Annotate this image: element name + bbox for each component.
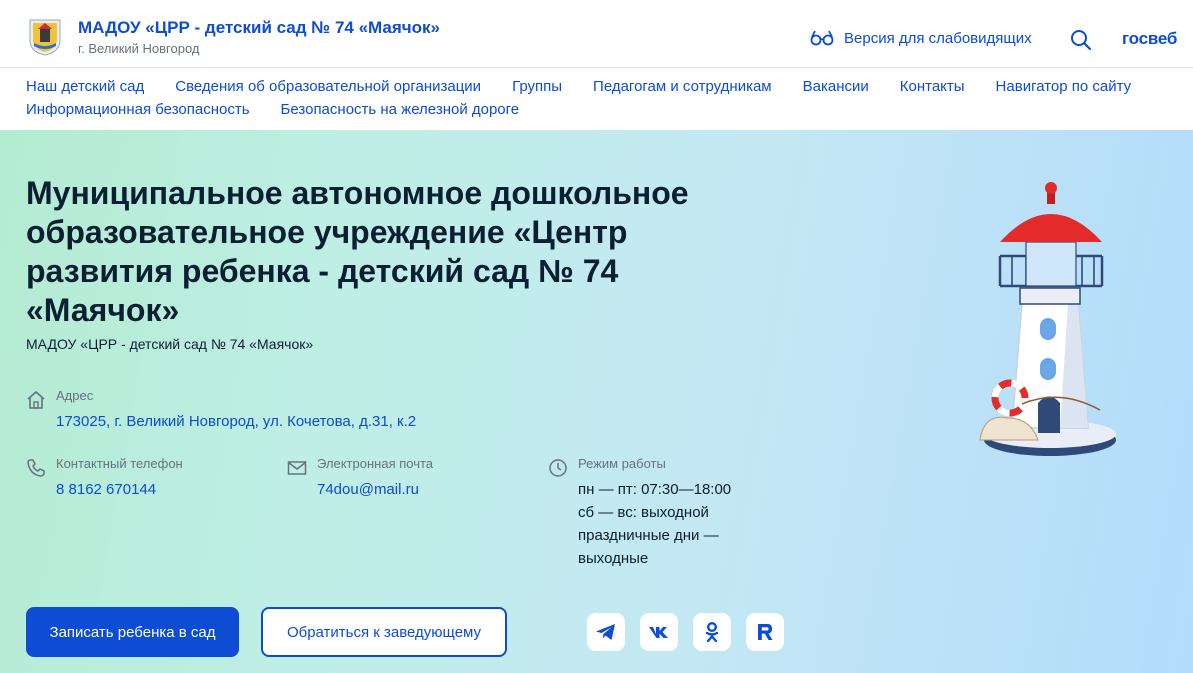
nav-item-railway-safety[interactable]: Безопасность на железной дороге bbox=[281, 100, 520, 123]
site-header: МАДОУ «ЦРР - детский сад № 74 «Маячок» г… bbox=[0, 0, 1193, 68]
enroll-child-button[interactable]: Записать ребенка в сад bbox=[26, 607, 239, 657]
lighthouse-illustration bbox=[979, 182, 1116, 456]
main-navigation: Наш детский сад Сведения об образователь… bbox=[0, 68, 1193, 130]
org-name-link[interactable]: МАДОУ «ЦРР - детский сад № 74 «Маячок» bbox=[78, 18, 440, 38]
nav-item-our-kindergarten[interactable]: Наш детский сад bbox=[26, 77, 144, 100]
hero-section: Муниципальное автономное дошкольное обра… bbox=[0, 130, 1193, 673]
rutube-link[interactable] bbox=[746, 613, 784, 651]
hours-line: сб — вс: выходной bbox=[578, 504, 709, 521]
address-label: Адрес bbox=[56, 388, 94, 403]
nav-item-info-security[interactable]: Информационная безопасность bbox=[26, 100, 250, 123]
clock-icon bbox=[549, 459, 567, 477]
odnoklassniki-link[interactable] bbox=[693, 613, 731, 651]
email-label: Электронная почта bbox=[317, 456, 434, 471]
hours-line: праздничные дни — bbox=[578, 527, 719, 544]
coat-of-arms-icon[interactable] bbox=[28, 18, 62, 56]
contact-head-button[interactable]: Обратиться к заведующему bbox=[261, 607, 507, 657]
vk-icon bbox=[649, 627, 668, 638]
phone-icon bbox=[27, 459, 45, 477]
phone-label: Контактный телефон bbox=[56, 456, 183, 471]
home-icon bbox=[27, 390, 45, 409]
mail-icon bbox=[287, 461, 307, 475]
email-value[interactable]: 74dou@mail.ru bbox=[317, 481, 419, 498]
nav-item-organization-info[interactable]: Сведения об образовательной организации bbox=[175, 77, 481, 100]
nav-item-vacancies[interactable]: Вакансии bbox=[803, 77, 869, 100]
glasses-icon bbox=[810, 30, 834, 46]
odnoklassniki-icon bbox=[705, 622, 719, 643]
page-subtitle: МАДОУ «ЦРР - детский сад № 74 «Маячок» bbox=[26, 336, 314, 352]
vk-link[interactable] bbox=[640, 613, 678, 651]
phone-value[interactable]: 8 8162 670144 bbox=[56, 481, 156, 498]
page-title: Муниципальное автономное дошкольное обра… bbox=[26, 175, 689, 328]
nav-row-2: Информационная безопасность Безопасность… bbox=[26, 100, 1167, 123]
nav-item-groups[interactable]: Группы bbox=[512, 77, 562, 100]
nav-item-staff[interactable]: Педагогам и сотрудникам bbox=[593, 77, 772, 100]
nav-row-1: Наш детский сад Сведения об образователь… bbox=[26, 77, 1167, 100]
phone-block: Контактный телефон 8 8162 670144 bbox=[26, 456, 266, 506]
hours-line: выходные bbox=[578, 550, 649, 567]
telegram-link[interactable] bbox=[587, 613, 625, 651]
hours-block: Режим работы пн — пт: 07:30—18:00 сб — в… bbox=[548, 456, 788, 576]
nav-item-site-navigator[interactable]: Навигатор по сайту bbox=[996, 77, 1132, 100]
telegram-icon bbox=[596, 624, 615, 640]
hours-list: пн — пт: 07:30—18:00 сб — вс: выходной п… bbox=[578, 478, 731, 570]
search-icon[interactable] bbox=[1070, 29, 1092, 51]
address-block: Адрес 173025, г. Великий Новгород, ул. К… bbox=[26, 388, 526, 438]
hours-label: Режим работы bbox=[578, 456, 666, 471]
gosweb-logo[interactable]: госвеб bbox=[1122, 29, 1177, 49]
rutube-icon bbox=[758, 624, 773, 640]
hours-line: пн — пт: 07:30—18:00 bbox=[578, 481, 732, 498]
org-city: г. Великий Новгород bbox=[78, 41, 200, 56]
email-block: Электронная почта 74dou@mail.ru bbox=[287, 456, 527, 506]
accessibility-label: Версия для слабовидящих bbox=[844, 29, 1032, 47]
address-value[interactable]: 173025, г. Великий Новгород, ул. Кочетов… bbox=[56, 413, 416, 430]
accessibility-version-link[interactable]: Версия для слабовидящих bbox=[810, 28, 1032, 48]
nav-item-contacts[interactable]: Контакты bbox=[900, 77, 965, 100]
